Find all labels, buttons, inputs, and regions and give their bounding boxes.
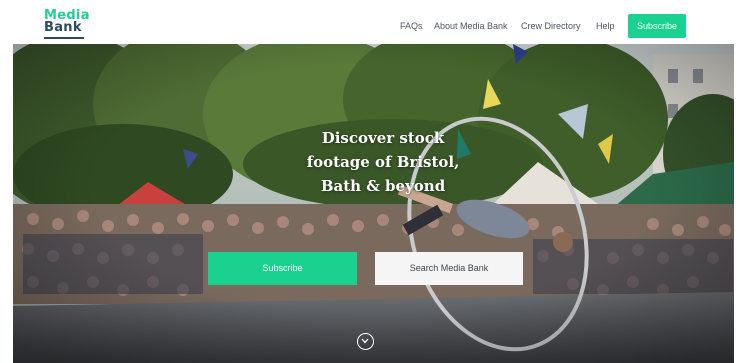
- hero-subscribe-button[interactable]: Subscribe: [208, 252, 357, 285]
- search-media-bank-button[interactable]: Search Media Bank: [375, 252, 523, 285]
- hero-banner: Discover stock footage of Bristol, Bath …: [13, 44, 734, 363]
- scroll-down-button[interactable]: [357, 333, 374, 350]
- hero-background-image: [13, 44, 734, 363]
- logo-underline: [44, 37, 84, 39]
- nav-link-help[interactable]: Help: [596, 19, 615, 33]
- nav-link-about-media-bank[interactable]: About Media Bank: [434, 19, 508, 33]
- hero-title: Discover stock footage of Bristol, Bath …: [283, 126, 483, 198]
- header-subscribe-button[interactable]: Subscribe: [628, 14, 686, 38]
- hero-title-line-2: footage of Bristol,: [306, 153, 460, 171]
- logo-text-bank: Bank: [44, 20, 82, 35]
- nav-link-faqs[interactable]: FAQs: [400, 19, 423, 33]
- chevron-down-icon: [361, 338, 369, 344]
- media-bank-logo[interactable]: Media Bank: [44, 9, 90, 39]
- page: Media Bank FAQs About Media Bank Crew Di…: [0, 0, 744, 363]
- hero-title-line-3: Bath & beyond: [320, 177, 446, 195]
- hero-title-line-1: Discover stock: [321, 129, 445, 147]
- nav-link-crew-directory[interactable]: Crew Directory: [521, 19, 581, 33]
- site-header: Media Bank FAQs About Media Bank Crew Di…: [0, 0, 744, 44]
